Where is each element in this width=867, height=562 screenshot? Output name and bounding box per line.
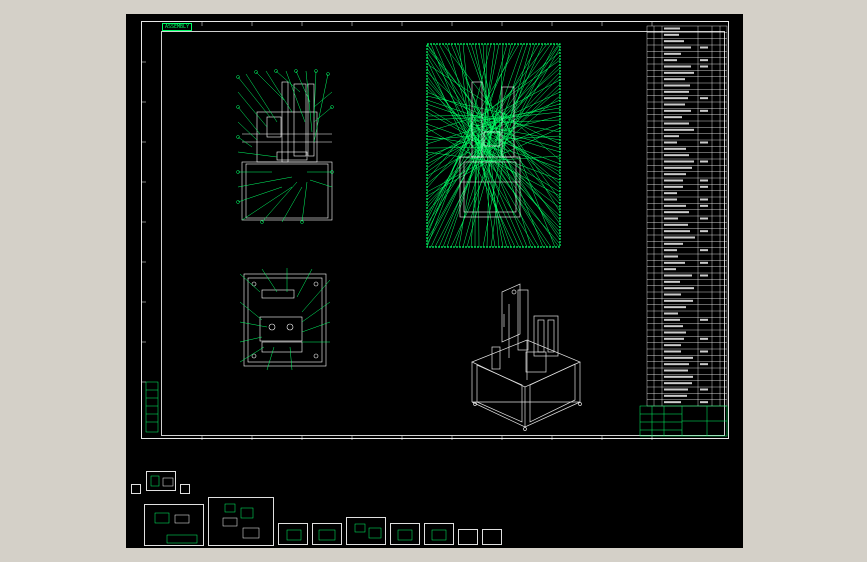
isometric-view <box>472 284 582 431</box>
drawing-canvas <box>142 22 730 440</box>
thumbnail-sheet-11[interactable] <box>458 529 478 545</box>
thumbnail-sheet-3[interactable] <box>180 484 190 494</box>
drawing-thumbnails <box>126 466 743 548</box>
frame-ruler-bottom <box>202 436 652 440</box>
thumbnail-sheet-9-preview <box>391 524 421 546</box>
thumbnail-sheet-12[interactable] <box>482 529 502 545</box>
thumbnail-sheet-4-preview <box>145 505 205 547</box>
thumbnail-sheet-8[interactable] <box>346 517 386 545</box>
bom-table <box>647 26 727 406</box>
drawing-sheet: ASSEMBLY <box>141 21 729 439</box>
thumbnail-sheet-4[interactable] <box>144 504 204 546</box>
front-view-callouts <box>238 71 332 222</box>
thumbnail-sheet-9[interactable] <box>390 523 420 545</box>
front-view <box>242 82 332 220</box>
top-view-callouts <box>240 268 330 370</box>
thumbnail-sheet-10[interactable] <box>424 523 454 545</box>
cad-viewport[interactable]: ASSEMBLY <box>126 14 743 548</box>
revision-block <box>146 382 158 432</box>
thumbnail-sheet-2[interactable] <box>131 484 141 494</box>
top-view <box>244 274 326 366</box>
thumbnail-sheet-1[interactable] <box>146 471 176 491</box>
thumbnail-sheet-8-preview <box>347 518 387 546</box>
frame-ruler-left <box>142 62 146 382</box>
thumbnail-sheet-1-preview <box>147 472 177 492</box>
title-block <box>640 406 727 436</box>
thumbnail-sheet-10-preview <box>425 524 455 546</box>
thumbnail-sheet-6-preview <box>279 524 309 546</box>
frame-ruler-top <box>202 22 652 26</box>
thumbnail-sheet-7[interactable] <box>312 523 342 545</box>
thumbnail-sheet-5-preview <box>209 498 275 547</box>
thumbnail-sheet-6[interactable] <box>278 523 308 545</box>
thumbnail-sheet-5[interactable] <box>208 497 274 546</box>
annotated-view <box>427 44 560 247</box>
thumbnail-sheet-7-preview <box>313 524 343 546</box>
bom-text-fill <box>664 28 708 404</box>
